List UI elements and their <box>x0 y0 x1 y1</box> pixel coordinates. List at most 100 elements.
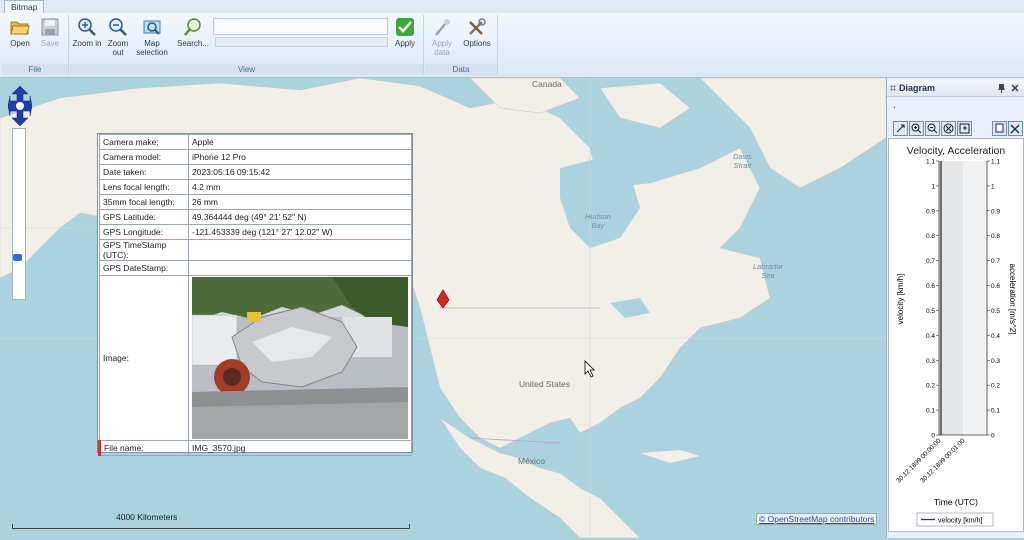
zoom-slider-thumb[interactable] <box>13 254 22 261</box>
y-tick-label: 0.3 <box>926 358 935 365</box>
diagram-zoom-in-button[interactable] <box>909 121 924 136</box>
pointer-icon <box>896 124 905 133</box>
apply-data-button[interactable]: Apply data <box>427 17 457 57</box>
info-key: Date taken: <box>99 164 189 180</box>
info-row: GPS Latitude: 49.364444 deg (49° 21' 52''… <box>99 209 412 225</box>
info-row: GPS Longitude: -121.453339 deg (121° 27' … <box>99 224 412 240</box>
diagram-pointer-button[interactable] <box>893 121 908 136</box>
info-row: GPS TimeStamp (UTC): <box>99 239 412 261</box>
y-tick-label: 0.2 <box>926 383 935 390</box>
folder-open-icon <box>10 21 30 35</box>
diagram-title-bar: Diagram <box>887 80 1024 97</box>
info-key: GPS Latitude: <box>99 209 189 225</box>
map-selection-icon <box>143 20 161 35</box>
search-button[interactable]: Search... <box>173 17 213 48</box>
y-tick-label: 0.1 <box>926 408 935 415</box>
y2-tick-label: 0 <box>991 433 995 440</box>
zoom-in-button[interactable]: Zoom in <box>72 17 102 48</box>
y2-axis-label: acceleration [m/s^2] <box>1008 264 1017 335</box>
info-row: Camera model: iPhone 12 Pro <box>99 149 412 165</box>
info-key: Camera model: <box>99 149 189 165</box>
y-tick-label: 0 <box>931 433 935 440</box>
info-key: GPS TimeStamp (UTC): <box>99 239 189 261</box>
osm-credit-link[interactable]: © OpenStreetMap contributors <box>756 513 878 525</box>
zoom-out-label: Zoom out <box>107 39 129 57</box>
info-value: 2023:05:16 09:15:42 <box>188 164 412 180</box>
zoom-slider[interactable] <box>12 128 26 300</box>
file-name-label: File name: <box>98 440 189 456</box>
info-row: Camera make: Apple <box>99 134 412 150</box>
file-group: Open Save File <box>2 15 69 75</box>
data-group: Apply data Options Data <box>425 15 498 75</box>
info-value: iPhone 12 Pro <box>188 149 412 165</box>
diagram-copy-button[interactable] <box>992 121 1007 136</box>
info-key: Camera make: <box>99 134 189 150</box>
x-tick-label: 30.12.1899 00:00:00 <box>895 437 942 484</box>
info-value: Apple <box>188 134 412 150</box>
y2-tick-label: 0.2 <box>991 383 1000 390</box>
y2-tick-label: 0.6 <box>991 283 1000 290</box>
diagram-export-button[interactable] <box>957 121 972 136</box>
drag-handle-icon[interactable] <box>890 85 896 91</box>
info-value <box>188 260 412 276</box>
zoom-out-button[interactable]: Zoom out <box>103 17 133 57</box>
zoom-out-icon <box>109 18 127 36</box>
map-selection-label: Map selection <box>136 39 168 57</box>
label-canada: Canada <box>532 79 562 89</box>
apply-label: Apply <box>394 39 415 48</box>
pin-icon[interactable] <box>997 83 1006 93</box>
map-selection-button[interactable]: Map selection <box>132 17 172 57</box>
label-davis-strait: Davis Strait <box>733 152 752 170</box>
label-mexico: México <box>518 456 545 466</box>
zoom-in-label: Zoom in <box>72 39 102 48</box>
view-group: Zoom in Zoom out Map selection Search...… <box>70 15 424 75</box>
y2-tick-label: 0.8 <box>991 233 1000 240</box>
apply-data-label: Apply data <box>431 39 452 57</box>
save-label: Save <box>40 39 60 48</box>
info-value: -121.453339 deg (121° 27' 12.02'' W) <box>188 224 412 240</box>
zoom-in-icon <box>78 18 96 36</box>
y2-tick-label: 0.4 <box>991 333 1000 340</box>
info-value: 49.364444 deg (49° 21' 52'' N) <box>188 209 412 225</box>
export-icon <box>959 123 970 134</box>
file-name-row: File name: IMG_3570.jpg <box>98 440 412 456</box>
y2-tick-label: 0.5 <box>991 308 1000 315</box>
info-key: Lens focal length: <box>99 179 189 195</box>
y-axis-label: velocity [km/h] <box>896 274 905 325</box>
copy-icon <box>995 123 1004 133</box>
diagram-settings-button[interactable] <box>1008 121 1023 136</box>
open-button[interactable]: Open <box>7 17 33 48</box>
progress-bar <box>215 37 388 47</box>
tab-bitmap[interactable]: Bitmap <box>4 0 45 14</box>
apply-button[interactable]: Apply <box>390 17 420 48</box>
save-button[interactable]: Save <box>37 17 63 48</box>
info-value: 4.2 mm <box>188 179 412 195</box>
diagram-fit-button[interactable] <box>941 121 956 136</box>
velocity-chart: Velocity, Acceleration 0 0.1 0.2 0.3 0.4 0.5 0… <box>888 138 1024 532</box>
y2-tick-label: 0.3 <box>991 358 1000 365</box>
close-icon[interactable] <box>1011 84 1019 92</box>
pan-control-icon[interactable] <box>8 86 32 126</box>
photo-info-table: Camera make: Apple Camera model: iPhone 12 … <box>98 134 412 456</box>
zoom-out-icon <box>927 123 938 134</box>
diagram-zoom-out-button[interactable] <box>925 121 940 136</box>
y2-tick-label: 1 <box>991 183 995 190</box>
label-united-states: United States <box>519 379 571 389</box>
scale-bar <box>12 524 410 529</box>
options-button[interactable]: Options <box>461 17 493 48</box>
y2-tick-label: 0.7 <box>991 258 1000 265</box>
y-tick-label: 1.1 <box>926 159 935 166</box>
data-group-label: Data <box>425 64 497 75</box>
diagram-dot: . <box>893 100 896 111</box>
photo-thumbnail[interactable] <box>192 277 408 439</box>
file-name-value: IMG_3570.jpg <box>188 440 412 456</box>
y-tick-label: 0.8 <box>926 233 935 240</box>
ribbon: Open Save File Zoom in Zoom out Map sele… <box>0 13 1024 78</box>
save-icon <box>41 18 59 36</box>
image-label: Image: <box>99 275 189 441</box>
zoom-fit-icon <box>943 123 954 134</box>
label-hudson-bay: Hudson Bay <box>585 212 611 230</box>
chart-title: Velocity, Acceleration <box>907 145 1006 157</box>
plot-band <box>939 161 963 435</box>
view-group-label: View <box>70 64 423 75</box>
